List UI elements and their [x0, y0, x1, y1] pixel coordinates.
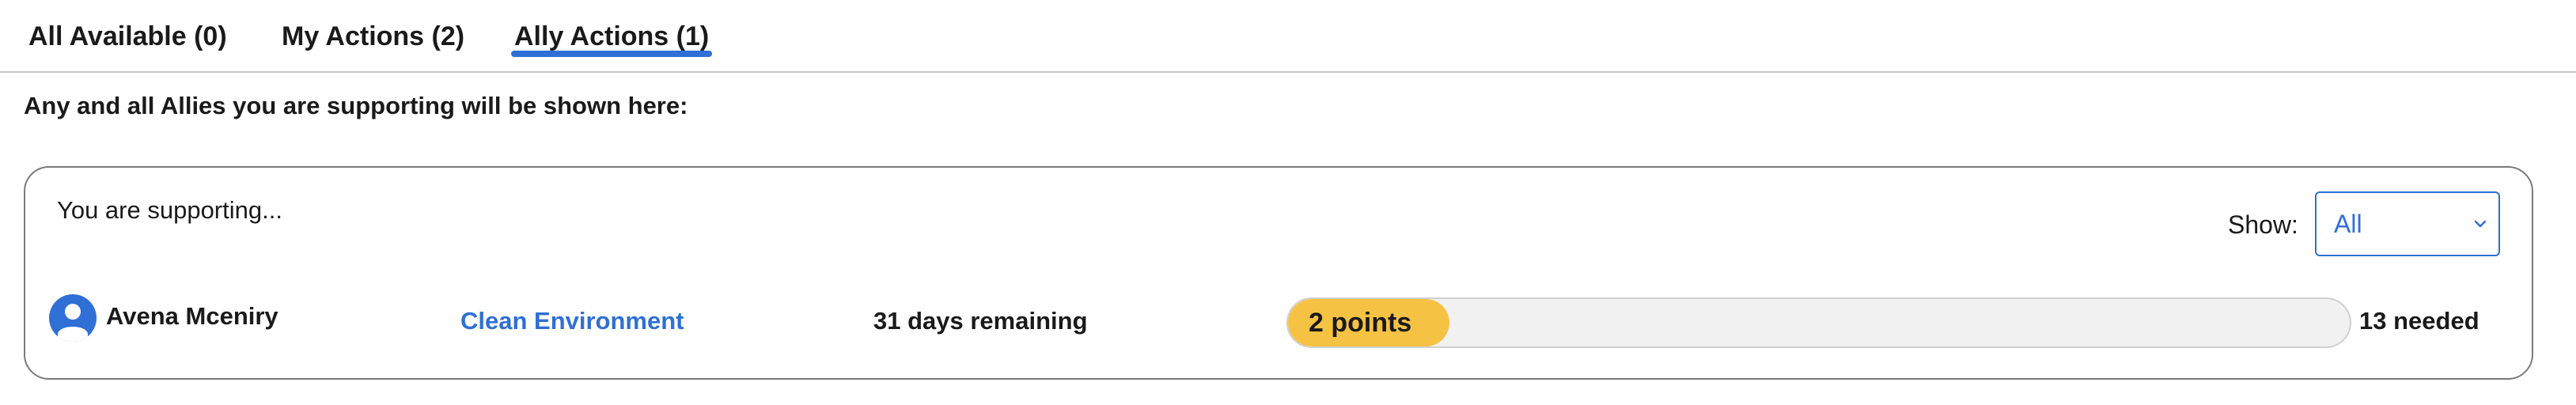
chevron-down-icon: [2474, 220, 2487, 228]
avatar: [49, 294, 97, 342]
points-progress-bar: 2 points: [1286, 297, 2351, 348]
tab-bar: All Available (0) My Actions (2) Ally Ac…: [0, 0, 2576, 73]
ally-name: Avena Mceniry: [106, 302, 278, 330]
card-heading: You are supporting...: [57, 196, 282, 224]
user-icon: [58, 304, 88, 342]
tab-my-actions[interactable]: My Actions (2): [282, 11, 464, 62]
cause-link[interactable]: Clean Environment: [460, 307, 684, 335]
active-tab-indicator: [511, 51, 712, 57]
supporting-card: You are supporting... Show: All Avena Mc…: [24, 166, 2533, 380]
show-filter-select[interactable]: All: [2315, 191, 2500, 256]
intro-text: Any and all Allies you are supporting wi…: [24, 92, 688, 119]
points-progress-fill: 2 points: [1288, 299, 1449, 346]
ally-actions-page: All Available (0) My Actions (2) Ally Ac…: [0, 0, 2576, 405]
points-label: 2 points: [1309, 307, 1412, 338]
filter-selected-value: All: [2334, 209, 2362, 238]
days-remaining: 31 days remaining: [873, 307, 1088, 335]
filter-label: Show:: [2228, 210, 2298, 239]
tab-all-available[interactable]: All Available (0): [28, 11, 227, 62]
points-needed: 13 needed: [2359, 307, 2479, 335]
